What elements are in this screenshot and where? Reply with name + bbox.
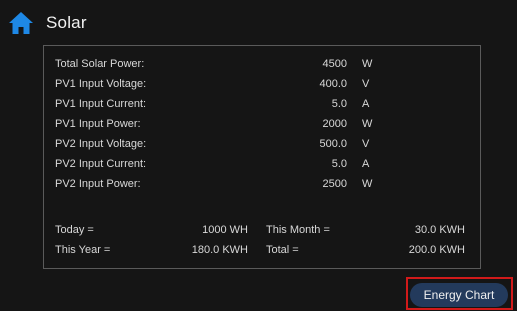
reading-value: 2500 bbox=[322, 178, 347, 190]
reading-unit: V bbox=[362, 138, 370, 150]
reading-label: PV2 Input Voltage: bbox=[55, 138, 147, 150]
reading-row-pv1-input-current: PV1 Input Current: 5.0 A bbox=[0, 98, 517, 116]
reading-row-total-solar-power: Total Solar Power: 4500 W bbox=[0, 58, 517, 76]
this-year-label: This Year = bbox=[55, 244, 111, 256]
reading-label: Total Solar Power: bbox=[55, 58, 145, 70]
today-label: Today = bbox=[55, 224, 94, 236]
reading-value: 2000 bbox=[322, 118, 347, 130]
reading-row-pv2-input-current: PV2 Input Current: 5.0 A bbox=[0, 158, 517, 176]
reading-unit: W bbox=[362, 118, 373, 130]
reading-unit: W bbox=[362, 58, 373, 70]
this-month-value: 30.0 KWH bbox=[414, 224, 465, 236]
reading-row-pv1-input-power: PV1 Input Power: 2000 W bbox=[0, 118, 517, 136]
home-icon[interactable] bbox=[8, 11, 34, 35]
reading-unit: A bbox=[362, 158, 370, 170]
this-month-label: This Month = bbox=[266, 224, 330, 236]
top-bar: Solar bbox=[0, 0, 517, 44]
reading-value: 5.0 bbox=[331, 158, 347, 170]
reading-value: 400.0 bbox=[319, 78, 347, 90]
reading-unit: A bbox=[362, 98, 370, 110]
reading-row-pv1-input-voltage: PV1 Input Voltage: 400.0 V bbox=[0, 78, 517, 96]
reading-value: 5.0 bbox=[331, 98, 347, 110]
today-value: 1000 WH bbox=[202, 224, 248, 236]
solar-screen: Solar Total Solar Power: 4500 W PV1 Inpu… bbox=[0, 0, 517, 311]
reading-row-pv2-input-voltage: PV2 Input Voltage: 500.0 V bbox=[0, 138, 517, 156]
reading-label: PV2 Input Power: bbox=[55, 178, 141, 190]
page-title: Solar bbox=[46, 13, 87, 32]
reading-label: PV1 Input Power: bbox=[55, 118, 141, 130]
reading-row-pv2-input-power: PV2 Input Power: 2500 W bbox=[0, 178, 517, 196]
reading-unit: V bbox=[362, 78, 370, 90]
total-label: Total = bbox=[266, 244, 299, 256]
total-value: 200.0 KWH bbox=[408, 244, 465, 256]
energy-chart-button[interactable]: Energy Chart bbox=[410, 283, 508, 307]
reading-value: 4500 bbox=[322, 58, 347, 70]
reading-value: 500.0 bbox=[319, 138, 347, 150]
reading-unit: W bbox=[362, 178, 373, 190]
reading-label: PV1 Input Voltage: bbox=[55, 78, 147, 90]
this-year-value: 180.0 KWH bbox=[191, 244, 248, 256]
reading-label: PV2 Input Current: bbox=[55, 158, 147, 170]
reading-label: PV1 Input Current: bbox=[55, 98, 147, 110]
